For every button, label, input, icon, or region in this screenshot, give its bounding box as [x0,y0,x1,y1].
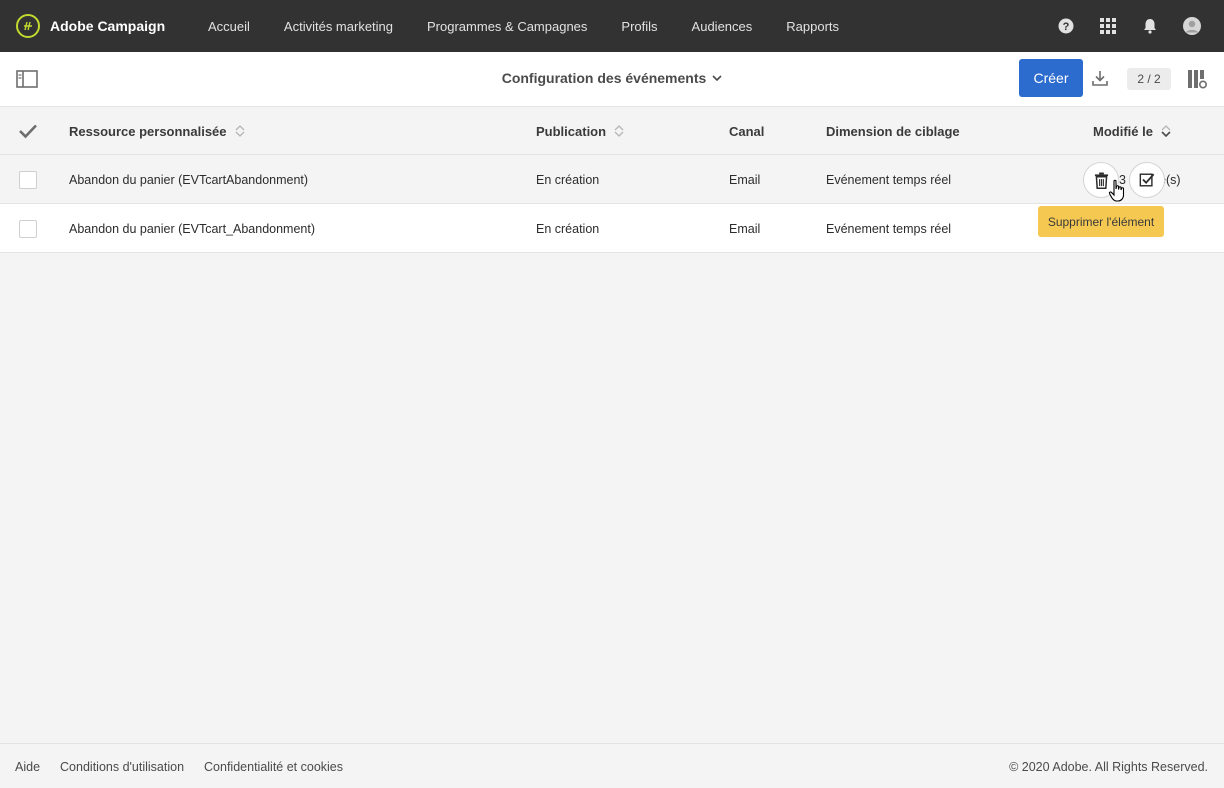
table-row[interactable]: Abandon du panier (EVTcartAbandonment) E… [0,155,1224,204]
page-title-label: Configuration des événements [501,70,707,86]
brand[interactable]: Adobe Campaign [16,14,208,38]
select-all-checkmark-icon[interactable] [18,123,38,139]
create-button[interactable]: Créer [1019,59,1083,97]
sort-icon[interactable] [614,125,624,137]
main-nav: Accueil Activités marketing Programmes &… [208,0,873,52]
sort-icon[interactable] [235,125,245,137]
footer-link-confidentialite[interactable]: Confidentialité et cookies [204,760,343,774]
top-navigation-bar: Adobe Campaign Accueil Activités marketi… [0,0,1224,52]
column-header-label: Publication [536,123,607,139]
column-header-dimension[interactable]: Dimension de ciblage [826,107,960,155]
column-header-label: Dimension de ciblage [826,123,960,139]
cell-canal: Email [729,172,761,187]
top-icons: ? [1034,0,1202,52]
cell-dimension: Evénement temps réel [826,221,952,236]
delete-tooltip: Supprimer l'élément [1038,206,1164,237]
bell-icon[interactable] [1140,16,1160,36]
trash-icon [1094,172,1108,189]
nav-item-rapports[interactable]: Rapports [786,19,839,34]
row-checkbox[interactable] [19,220,37,238]
column-header-modifie-le[interactable]: Modifié le [1093,107,1171,155]
footer-link-aide[interactable]: Aide [15,760,40,774]
user-avatar-icon[interactable] [1182,16,1202,36]
column-header-ressource[interactable]: Ressource personnalisée [69,107,245,155]
table-header: Ressource personnalisée Publication Cana… [0,107,1224,155]
nav-item-audiences[interactable]: Audiences [692,19,753,34]
copyright: © 2020 Adobe. All Rights Reserved. [1009,760,1208,774]
nav-item-profils[interactable]: Profils [621,19,657,34]
svg-text:?: ? [1063,21,1070,33]
cell-resource[interactable]: Abandon du panier (EVTcart_Abandonment) [69,204,315,253]
nav-item-programmes-campagnes[interactable]: Programmes & Campagnes [427,19,587,34]
chevron-down-icon [712,75,722,81]
page-title-dropdown[interactable]: Configuration des événements [502,70,723,86]
hand-pointer-cursor-icon [1108,179,1126,203]
row-checkbox[interactable] [19,171,37,189]
cell-canal: Email [729,221,761,236]
cell-publication: En création [536,172,600,187]
column-header-publication[interactable]: Publication [536,107,624,155]
cell-dimension: Evénement temps réel [826,172,952,187]
sort-descending-icon[interactable] [1161,125,1171,137]
column-header-label: Canal [729,123,765,139]
adobe-campaign-logo-icon [16,14,40,38]
checkbox-check-icon [1139,173,1155,187]
column-header-label: Ressource personnalisée [69,123,227,139]
column-settings-icon[interactable] [1187,69,1208,89]
footer-links: Aide Conditions d'utilisation Confidenti… [15,760,363,774]
publish-button[interactable] [1129,162,1165,198]
column-header-canal[interactable]: Canal [729,107,764,155]
page-toolbar: Configuration des événements Créer 2 / 2 [0,52,1224,107]
cell-publication: En création [536,221,600,236]
app-name: Adobe Campaign [50,18,166,34]
column-header-label: Modifié le [1093,123,1153,139]
nav-item-accueil[interactable]: Accueil [208,19,250,34]
download-icon[interactable] [1091,69,1111,89]
nav-item-activites-marketing[interactable]: Activités marketing [284,19,393,34]
footer: Aide Conditions d'utilisation Confidenti… [0,743,1224,788]
cell-resource[interactable]: Abandon du panier (EVTcartAbandonment) [69,155,308,204]
help-icon[interactable]: ? [1056,16,1076,36]
apps-grid-icon[interactable] [1098,16,1118,36]
footer-link-conditions[interactable]: Conditions d'utilisation [60,760,184,774]
item-count-badge: 2 / 2 [1127,68,1171,90]
